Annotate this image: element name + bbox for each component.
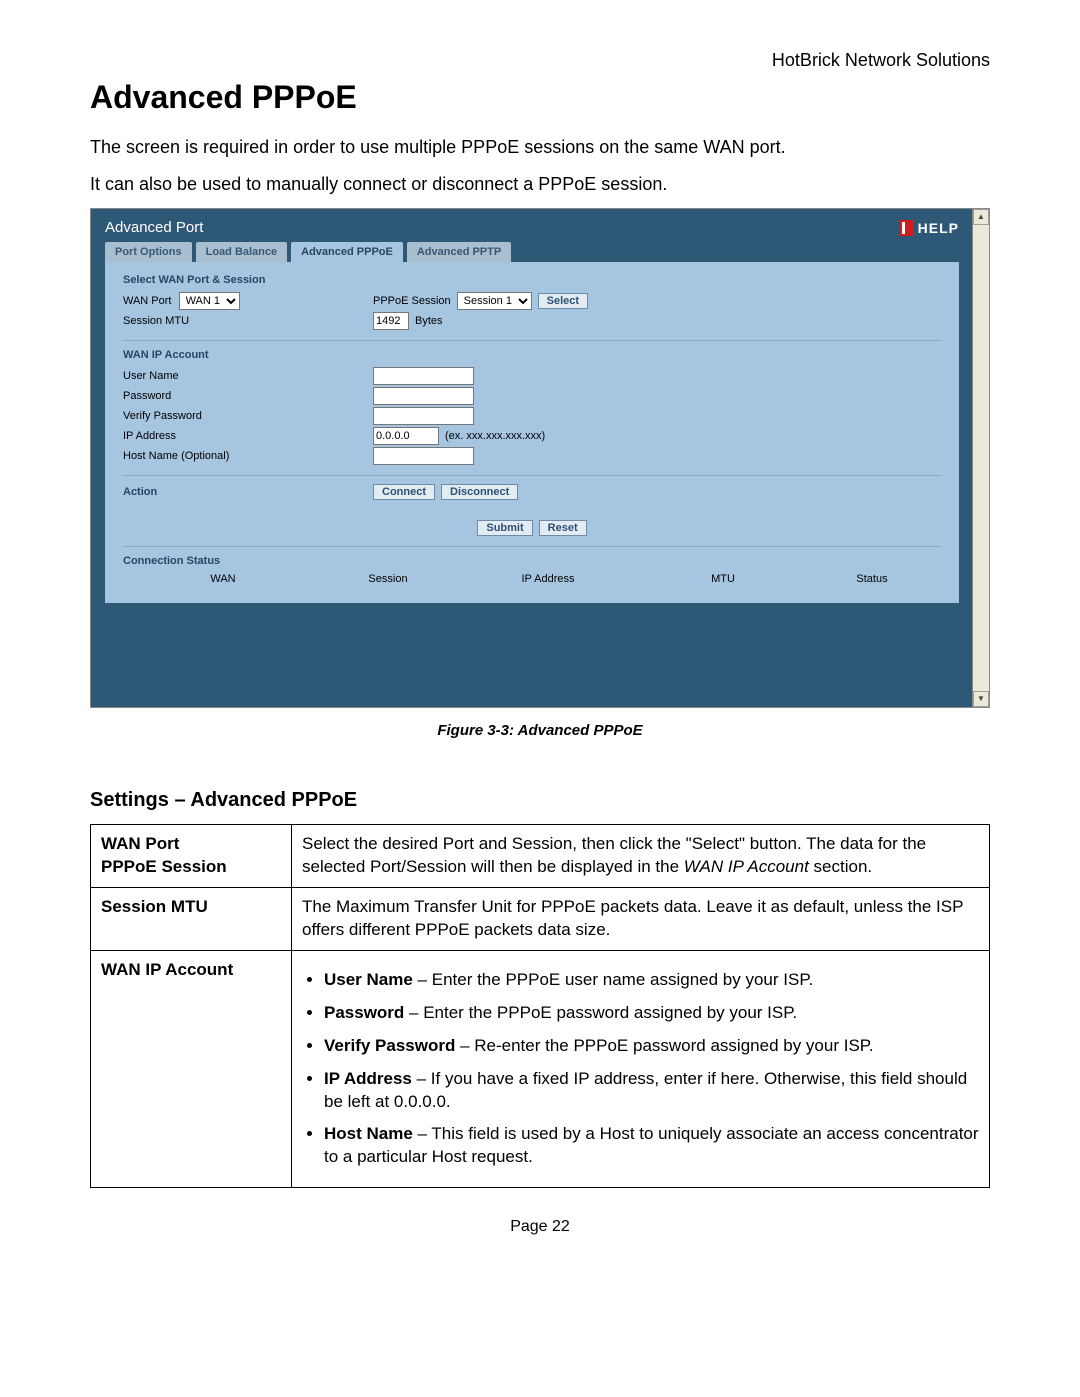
r2-val: The Maximum Transfer Unit for PPPoE pack… [292, 887, 990, 950]
r1-key-line2: PPPoE Session [101, 857, 227, 876]
connect-button[interactable]: Connect [373, 484, 435, 500]
ip-address-label: IP Address [123, 430, 373, 442]
verify-password-label: Verify Password [123, 410, 373, 422]
host-name-label: Host Name (Optional) [123, 450, 373, 462]
tab-advanced-pppoe[interactable]: Advanced PPPoE [291, 242, 403, 262]
ip-address-input[interactable] [373, 427, 439, 445]
session-mtu-label: Session MTU [123, 315, 373, 327]
pppoe-session-label: PPPoE Session [373, 295, 451, 307]
bullet-user-name: User Name – Enter the PPPoE user name as… [324, 969, 979, 992]
r2-key: Session MTU [91, 887, 292, 950]
user-name-input[interactable] [373, 367, 474, 385]
intro-line-2: It can also be used to manually connect … [90, 171, 990, 198]
help-label: HELP [918, 220, 959, 236]
select-button[interactable]: Select [538, 293, 588, 309]
r3-key: WAN IP Account [91, 950, 292, 1188]
session-mtu-input[interactable] [373, 312, 409, 330]
intro-line-1: The screen is required in order to use m… [90, 134, 990, 161]
page-number: Page 22 [90, 1218, 990, 1236]
tab-port-options[interactable]: Port Options [105, 242, 192, 262]
r1-key-line1: WAN Port [101, 834, 179, 853]
pppoe-session-select[interactable]: Session 1 [457, 292, 532, 310]
settings-heading: Settings – Advanced PPPoE [90, 789, 990, 812]
host-name-input[interactable] [373, 447, 474, 465]
tab-load-balance[interactable]: Load Balance [196, 242, 288, 262]
ip-address-hint: (ex. xxx.xxx.xxx.xxx) [445, 430, 545, 442]
section-select-wan-port: Select WAN Port & Session [123, 274, 941, 286]
r1-val-b: WAN IP Account [684, 857, 809, 876]
scroll-up-icon[interactable]: ▲ [973, 209, 989, 225]
r1-val-c: section. [809, 857, 872, 876]
bullet-ip-address: IP Address – If you have a fixed IP addr… [324, 1068, 979, 1114]
connection-status-label: Connection Status [123, 555, 941, 567]
settings-table: WAN Port PPPoE Session Select the desire… [90, 824, 990, 1188]
col-status: Status [803, 573, 941, 585]
wan-port-select[interactable]: WAN 1 [179, 292, 240, 310]
tab-advanced-pptp[interactable]: Advanced PPTP [407, 242, 511, 262]
company-header: HotBrick Network Solutions [90, 50, 990, 71]
mtu-unit: Bytes [415, 315, 443, 327]
bullet-password: Password – Enter the PPPoE password assi… [324, 1002, 979, 1025]
col-session: Session [323, 573, 453, 585]
help-icon [900, 220, 914, 236]
password-input[interactable] [373, 387, 474, 405]
scrollbar[interactable]: ▲ ▼ [972, 209, 989, 707]
wan-port-label: WAN Port [123, 295, 172, 307]
col-wan: WAN [123, 573, 323, 585]
section-wan-ip-account: WAN IP Account [123, 349, 941, 361]
action-label: Action [123, 486, 373, 498]
screenshot-figure: Advanced Port HELP Port Options Load Bal… [90, 208, 990, 708]
user-name-label: User Name [123, 370, 373, 382]
col-mtu: MTU [643, 573, 803, 585]
panel-title: Advanced Port [105, 219, 203, 236]
bullet-host-name: Host Name – This field is used by a Host… [324, 1123, 979, 1169]
reset-button[interactable]: Reset [539, 520, 587, 536]
disconnect-button[interactable]: Disconnect [441, 484, 518, 500]
col-ip: IP Address [453, 573, 643, 585]
figure-caption: Figure 3-3: Advanced PPPoE [90, 722, 990, 739]
verify-password-input[interactable] [373, 407, 474, 425]
submit-button[interactable]: Submit [477, 520, 532, 536]
help-link[interactable]: HELP [900, 220, 959, 236]
scroll-down-icon[interactable]: ▼ [973, 691, 989, 707]
page-title: Advanced PPPoE [90, 79, 990, 116]
password-label: Password [123, 390, 373, 402]
bullet-verify-password: Verify Password – Re-enter the PPPoE pas… [324, 1035, 979, 1058]
